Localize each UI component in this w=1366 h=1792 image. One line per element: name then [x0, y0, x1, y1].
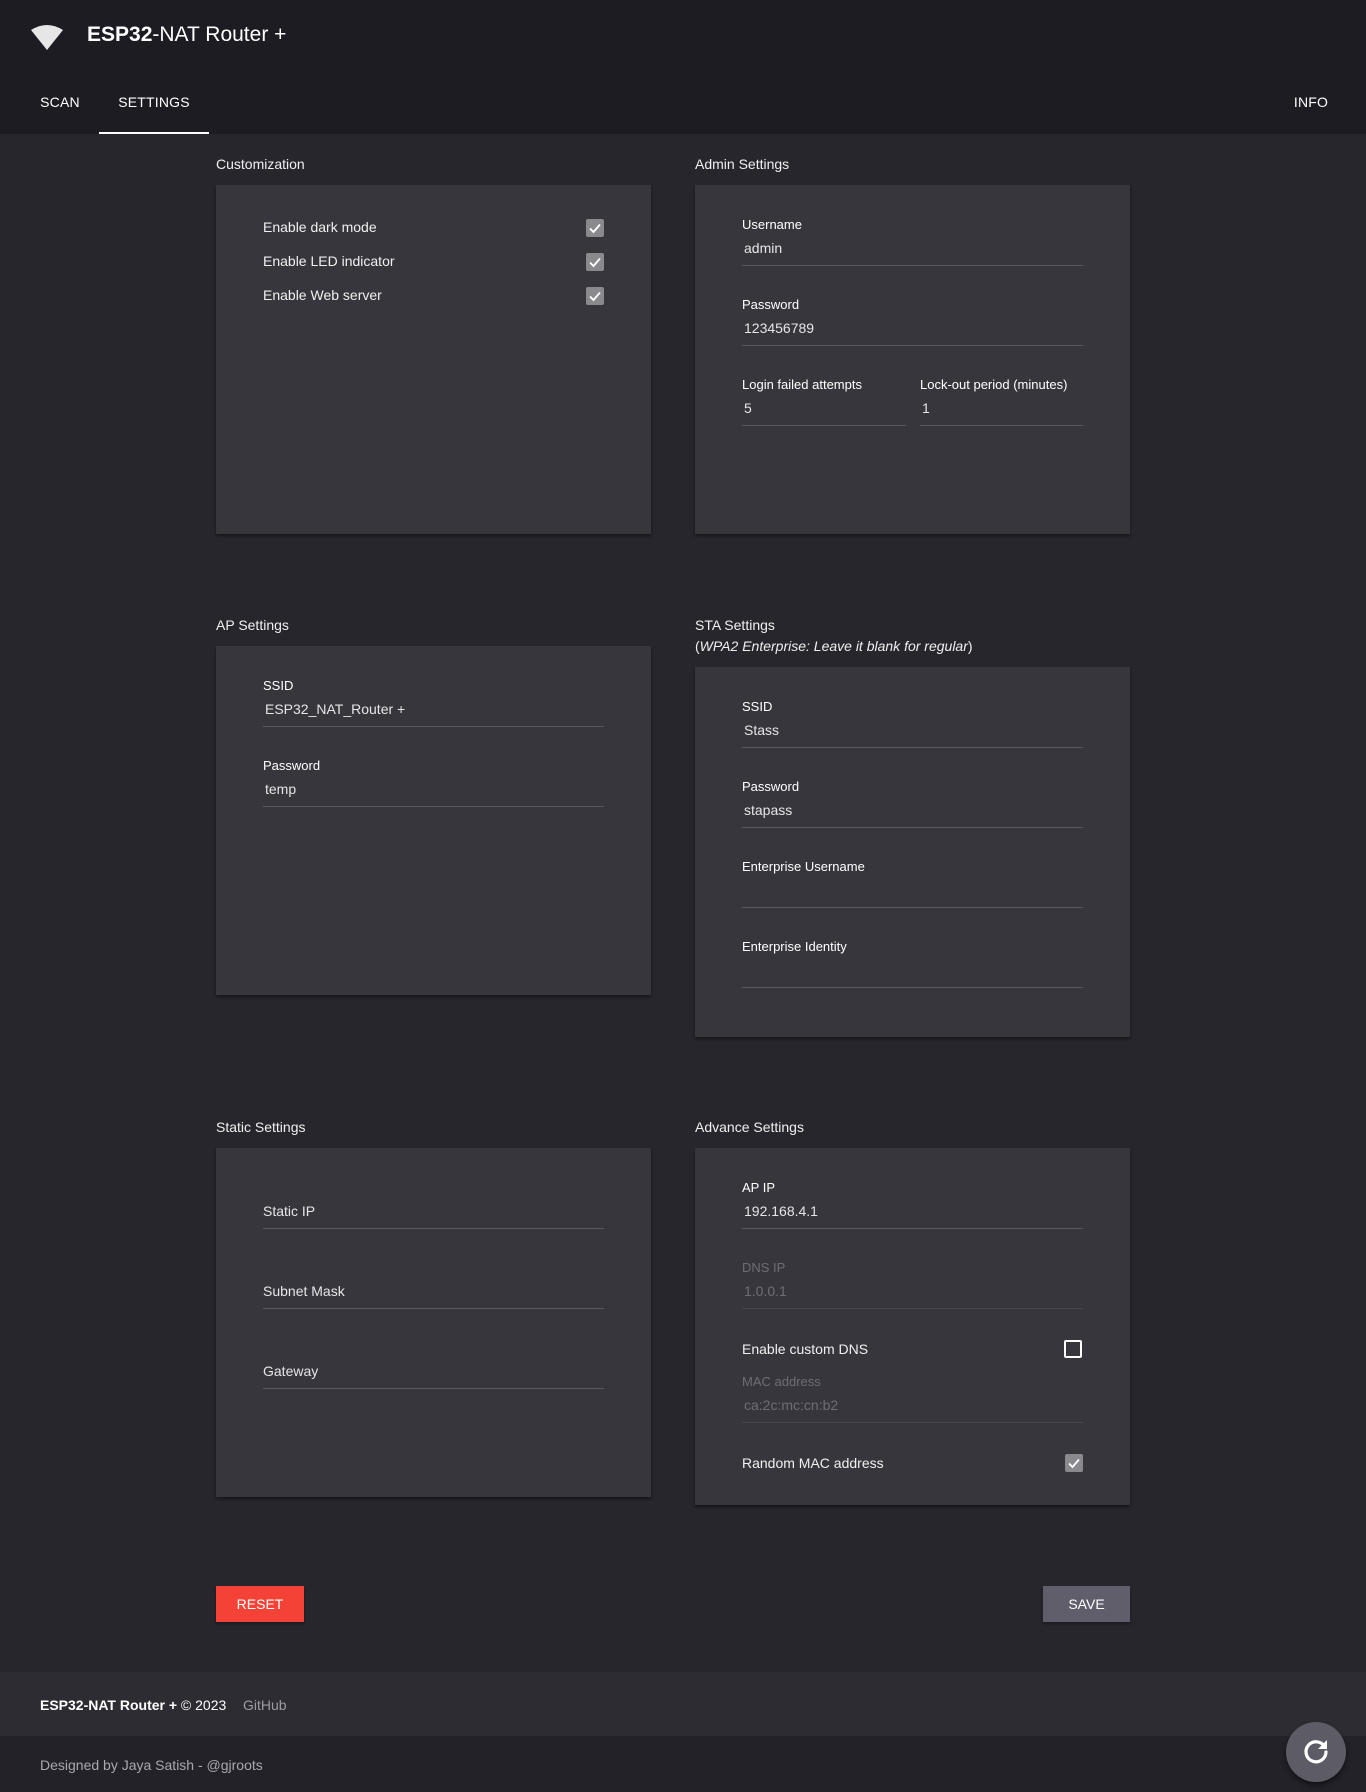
- app-title: ESP32-NAT Router +: [87, 23, 287, 46]
- sta-ssid-label: SSID: [742, 699, 773, 714]
- login-attempts-field[interactable]: Login failed attempts 5: [742, 375, 906, 426]
- dns-ip-value: 1.0.0.1: [744, 1283, 787, 1299]
- mac-address-value: ca:2c:mc:cn:b2: [744, 1397, 839, 1413]
- sta-settings-card: SSID Stass Password stapass Enterprise U…: [695, 667, 1130, 1037]
- enterprise-username-field[interactable]: Enterprise Username: [742, 857, 1083, 908]
- sta-password-field[interactable]: Password stapass: [742, 777, 1083, 828]
- tab-settings[interactable]: SETTINGS: [99, 80, 209, 134]
- sta-settings-note: (WPA2 Enterprise: Leave it blank for reg…: [695, 638, 973, 654]
- ap-password-field[interactable]: Password temp: [263, 756, 604, 807]
- mac-address-label: MAC address: [742, 1374, 821, 1389]
- check-icon: [589, 291, 601, 302]
- username-label: Username: [742, 217, 802, 232]
- admin-password-field[interactable]: Password 123456789: [742, 295, 1083, 346]
- custom-dns-checkbox[interactable]: [1064, 1340, 1082, 1358]
- ap-ip-value: 192.168.4.1: [744, 1203, 818, 1219]
- web-server-label: Enable Web server: [263, 287, 382, 303]
- refresh-icon: [1304, 1740, 1328, 1764]
- admin-settings-title: Admin Settings: [695, 156, 790, 172]
- static-ip-field[interactable]: Static IP: [263, 1178, 604, 1229]
- ap-password-label: Password: [263, 758, 321, 773]
- github-link[interactable]: GitHub: [243, 1697, 287, 1713]
- subnet-mask-field[interactable]: Subnet Mask: [263, 1258, 604, 1309]
- ap-ip-label: AP IP: [742, 1180, 776, 1195]
- admin-settings-card: Username admin Password 123456789 Login …: [695, 185, 1130, 534]
- static-settings-title: Static Settings: [216, 1119, 306, 1135]
- check-icon: [1068, 1458, 1080, 1469]
- wifi-icon: [31, 25, 63, 50]
- login-attempts-value: 5: [744, 400, 752, 416]
- tab-scan[interactable]: SCAN: [20, 80, 100, 134]
- sta-settings-title: STA Settings: [695, 617, 775, 633]
- sta-ssid-value: Stass: [744, 722, 780, 738]
- advance-settings-title: Advance Settings: [695, 1119, 804, 1135]
- gateway-field[interactable]: Gateway: [263, 1338, 604, 1389]
- admin-password-value: 123456789: [744, 320, 815, 336]
- custom-dns-label: Enable custom DNS: [742, 1341, 869, 1357]
- footer-copyright: ESP32-NAT Router + © 2023: [40, 1697, 227, 1713]
- check-icon: [589, 223, 601, 234]
- ap-ip-field[interactable]: AP IP 192.168.4.1: [742, 1178, 1083, 1229]
- advance-settings-card: AP IP 192.168.4.1 DNS IP 1.0.0.1 Enable …: [695, 1148, 1130, 1505]
- refresh-button[interactable]: [1286, 1722, 1346, 1782]
- dns-ip-field[interactable]: DNS IP 1.0.0.1: [742, 1258, 1083, 1309]
- dns-ip-label: DNS IP: [742, 1260, 786, 1275]
- ap-ssid-value: ESP32_NAT_Router +: [265, 701, 406, 717]
- footer: ESP32-NAT Router + © 2023 GitHub: [0, 1672, 1366, 1736]
- dark-mode-label: Enable dark mode: [263, 219, 377, 235]
- gateway-placeholder: Gateway: [263, 1363, 319, 1379]
- random-mac-checkbox[interactable]: [1065, 1454, 1083, 1472]
- app-header: ESP32-NAT Router + SCAN SETTINGS INFO: [0, 0, 1366, 134]
- enterprise-username-label: Enterprise Username: [742, 859, 865, 874]
- customization-card: Enable dark mode Enable LED indicator En…: [216, 185, 651, 534]
- web-server-checkbox[interactable]: [586, 287, 604, 305]
- lockout-period-label: Lock-out period (minutes): [920, 377, 1068, 392]
- subnet-mask-placeholder: Subnet Mask: [263, 1283, 345, 1299]
- ap-ssid-label: SSID: [263, 678, 294, 693]
- enterprise-identity-label: Enterprise Identity: [742, 939, 847, 954]
- random-mac-label: Random MAC address: [742, 1455, 884, 1471]
- designer-credit: Designed by Jaya Satish - @gjroots: [40, 1757, 263, 1773]
- dark-mode-checkbox[interactable]: [586, 219, 604, 237]
- lockout-period-field[interactable]: Lock-out period (minutes) 1: [920, 375, 1083, 426]
- check-icon: [589, 257, 601, 268]
- tab-info[interactable]: INFO: [1276, 80, 1346, 134]
- mac-address-field[interactable]: MAC address ca:2c:mc:cn:b2: [742, 1372, 1083, 1423]
- ap-settings-title: AP Settings: [216, 617, 289, 633]
- led-indicator-checkbox[interactable]: [586, 253, 604, 271]
- footer-bottom-bar: Designed by Jaya Satish - @gjroots: [0, 1736, 1366, 1792]
- save-button[interactable]: SAVE: [1043, 1586, 1130, 1622]
- customization-title: Customization: [216, 156, 305, 172]
- sta-password-value: stapass: [744, 802, 793, 818]
- lockout-period-value: 1: [922, 400, 930, 416]
- led-indicator-label: Enable LED indicator: [263, 253, 395, 269]
- enterprise-identity-field[interactable]: Enterprise Identity: [742, 937, 1083, 988]
- static-ip-placeholder: Static IP: [263, 1203, 316, 1219]
- reset-button[interactable]: RESET: [216, 1586, 304, 1622]
- static-settings-card: Static IP Subnet Mask Gateway: [216, 1148, 651, 1497]
- sta-password-label: Password: [742, 779, 800, 794]
- ap-ssid-field[interactable]: SSID ESP32_NAT_Router +: [263, 676, 604, 727]
- username-field[interactable]: Username admin: [742, 215, 1083, 266]
- login-attempts-label: Login failed attempts: [742, 377, 862, 392]
- sta-ssid-field[interactable]: SSID Stass: [742, 697, 1083, 748]
- ap-settings-card: SSID ESP32_NAT_Router + Password temp: [216, 646, 651, 995]
- ap-password-value: temp: [265, 781, 297, 797]
- admin-password-label: Password: [742, 297, 800, 312]
- username-value: admin: [744, 240, 783, 256]
